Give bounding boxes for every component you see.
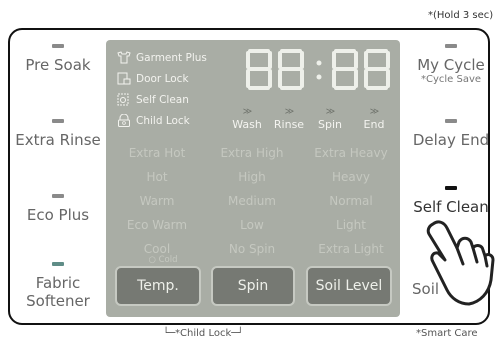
door-lock-icon — [117, 72, 131, 85]
garment-icon — [117, 51, 131, 64]
wash-stage-end-label: End — [363, 118, 385, 131]
hold-note: *(Hold 3 sec) — [428, 10, 494, 21]
wash-stage-end: ≫ End — [347, 106, 401, 131]
temp-option: Cool — [143, 242, 171, 256]
garment-plus-indicator: Garment Plus — [117, 51, 207, 64]
pre-soak-button[interactable]: Pre Soak — [18, 44, 98, 74]
self-clean-icon — [117, 93, 129, 106]
eco-plus-label: Eco Plus — [26, 206, 90, 224]
garment-plus-label: Garment Plus — [136, 51, 207, 64]
time-digits-display — [246, 49, 390, 90]
delay-end-led — [445, 119, 457, 123]
pre-soak-label: Pre Soak — [25, 56, 91, 74]
extra-rinse-button[interactable]: Extra Rinse — [10, 119, 106, 149]
wash-stage-spin-label: Spin — [318, 118, 342, 131]
progress-arrows-icon: ≫ — [369, 107, 379, 117]
self-clean-led — [445, 186, 457, 190]
soil-option: Light — [336, 218, 366, 232]
spin-option: Extra High — [220, 146, 284, 160]
temp-option: Eco Warm — [126, 218, 188, 232]
soil-option: Heavy — [332, 170, 370, 184]
extra-rinse-led — [52, 119, 64, 123]
cold-option: ○ Cold — [148, 255, 178, 265]
soil-option: Normal — [329, 194, 373, 208]
fabric-softener-button[interactable]: Fabric Softener — [18, 262, 98, 310]
wash-stage-rinse-label: Rinse — [273, 118, 305, 131]
cycle-save-label: *Cycle Save — [420, 74, 482, 85]
extra-rinse-label: Extra Rinse — [15, 131, 101, 149]
pre-soak-led — [52, 44, 64, 48]
fabric-softener-label: Fabric Softener — [26, 274, 90, 310]
delay-end-button[interactable]: Delay End — [408, 119, 494, 149]
soil-option: Extra Light — [318, 242, 384, 256]
child-lock-note: └─*Child Lock─┘ — [163, 328, 244, 339]
spin-button[interactable]: Spin — [211, 266, 295, 306]
child-lock-label: Child Lock — [136, 114, 190, 127]
display-panel: Garment Plus Door Lock Self Clean Child … — [106, 40, 400, 317]
my-cycle-led — [445, 44, 457, 48]
temp-option: Warm — [139, 194, 175, 208]
my-cycle-button[interactable]: My Cycle *Cycle Save — [408, 44, 494, 86]
eco-plus-led — [52, 194, 64, 198]
spin-option: High — [238, 170, 266, 184]
self-clean-button[interactable]: Self Clean — [408, 186, 494, 216]
hand-pointer-icon — [426, 220, 495, 306]
door-lock-label: Door Lock — [136, 72, 189, 85]
self-clean-label: Self Clean — [413, 198, 489, 216]
temp-button[interactable]: Temp. — [115, 266, 201, 306]
my-cycle-label: My Cycle — [417, 56, 485, 74]
spin-option: Medium — [228, 194, 276, 208]
fabric-softener-led — [52, 262, 64, 266]
wash-stage-wash-label: Wash — [232, 118, 262, 131]
self-clean-indicator-label: Self Clean — [136, 93, 189, 106]
child-lock-icon — [118, 114, 130, 127]
eco-plus-button[interactable]: Eco Plus — [18, 194, 98, 224]
spin-option: Low — [240, 218, 264, 232]
spin-option: No Spin — [228, 242, 276, 256]
smart-care-note: *Smart Care — [416, 328, 478, 339]
soil-level-button[interactable]: Soil Level — [306, 266, 392, 306]
temp-option: Hot — [146, 170, 168, 184]
delay-end-label: Delay End — [412, 131, 490, 149]
self-clean-indicator: Self Clean — [117, 93, 189, 106]
temp-option: Extra Hot — [128, 146, 186, 160]
child-lock-indicator: Child Lock — [117, 114, 190, 127]
soil-option: Extra Heavy — [314, 146, 388, 160]
door-lock-indicator: Door Lock — [117, 72, 189, 85]
